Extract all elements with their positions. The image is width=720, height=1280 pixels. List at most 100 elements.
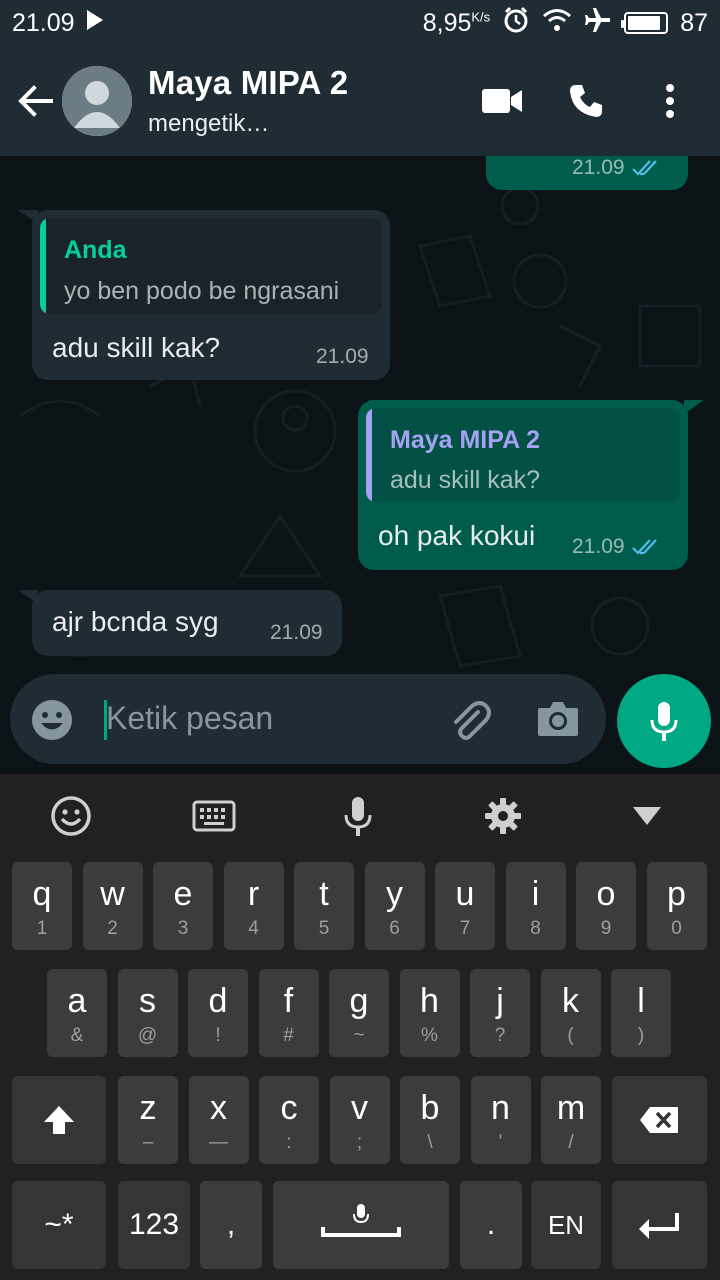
key-m[interactable]: m / xyxy=(541,1076,601,1164)
battery-fill xyxy=(628,16,660,30)
key-g[interactable]: g ~ xyxy=(329,969,389,1057)
key-l[interactable]: l) xyxy=(611,969,671,1057)
key-secondary-label: ; xyxy=(356,1132,363,1153)
key-label: m xyxy=(556,1089,586,1127)
key-q[interactable]: q1 xyxy=(12,862,72,950)
message-incoming[interactable]: Anda yo ben podo be ngrasani adu skill k… xyxy=(32,210,390,380)
key-w[interactable]: w2 xyxy=(82,862,143,950)
space-key[interactable] xyxy=(273,1181,449,1269)
battery-percent: 87 xyxy=(680,8,708,37)
key-secondary-label: — xyxy=(209,1132,228,1153)
key-b[interactable]: b \ xyxy=(400,1076,460,1164)
network-speed: 8,95K/s xyxy=(422,8,491,37)
voice-call-button[interactable] xyxy=(564,79,608,123)
message-text: oh pak kokui xyxy=(378,520,536,551)
key-v[interactable]: v; xyxy=(329,1076,390,1164)
wifi-icon xyxy=(542,8,572,39)
numbers-key[interactable]: 123 xyxy=(118,1181,190,1269)
key-f[interactable]: f # xyxy=(258,969,319,1057)
message-outgoing[interactable]: exit 21.09 xyxy=(486,156,688,190)
quoted-message[interactable]: Maya MIPA 2 adu skill kak? xyxy=(366,408,680,502)
quote-sender: Maya MIPA 2 xyxy=(390,426,541,454)
backspace-key[interactable] xyxy=(612,1076,707,1164)
key-label: p xyxy=(667,875,686,913)
message-incoming[interactable]: ajr bcnda syg 21.09 xyxy=(32,590,342,656)
quote-bar xyxy=(366,408,372,502)
key-label: i xyxy=(531,875,540,913)
keyboard-hide-button[interactable] xyxy=(625,794,669,838)
voice-message-button[interactable] xyxy=(617,674,711,768)
keyboard-voice-button[interactable] xyxy=(336,794,380,838)
key-c[interactable]: c: xyxy=(259,1076,319,1164)
key-label: u xyxy=(455,875,475,913)
emoji-button[interactable] xyxy=(30,698,74,742)
key-i[interactable]: i8 xyxy=(505,862,566,950)
video-call-button[interactable] xyxy=(480,79,524,123)
contact-info[interactable]: Maya MIPA 2 mengetik… xyxy=(148,64,348,138)
back-button[interactable] xyxy=(10,76,60,126)
enter-key[interactable] xyxy=(612,1181,707,1269)
key-label: g xyxy=(349,982,369,1020)
key-label: l xyxy=(637,982,645,1020)
key-label: n xyxy=(491,1089,510,1127)
key-n[interactable]: n ' xyxy=(470,1076,531,1164)
battery-icon xyxy=(621,12,669,34)
period-key[interactable]: . xyxy=(460,1181,522,1269)
avatar[interactable] xyxy=(62,66,132,136)
comma-key[interactable]: , xyxy=(200,1181,262,1269)
key-secondary-label: : xyxy=(286,1132,292,1153)
key-d[interactable]: d! xyxy=(188,969,248,1057)
quote-bar xyxy=(40,218,46,314)
key-s[interactable]: s @ xyxy=(117,969,178,1057)
key-e[interactable]: e3 xyxy=(153,862,213,950)
double-check-read-icon xyxy=(631,539,657,555)
gear-icon xyxy=(485,798,521,834)
key-z[interactable]: z – xyxy=(118,1076,178,1164)
key-y[interactable]: y6 xyxy=(364,862,425,950)
key-u[interactable]: u7 xyxy=(435,862,495,950)
keyboard-emoji-button[interactable] xyxy=(49,794,93,838)
quoted-message[interactable]: Anda yo ben podo be ngrasani xyxy=(40,218,382,314)
key-label: k xyxy=(562,982,579,1020)
shift-key[interactable] xyxy=(12,1076,106,1164)
message-time: 21.09 xyxy=(270,621,323,644)
more-options-button[interactable] xyxy=(648,79,692,123)
message-text: adu skill kak? xyxy=(52,332,221,363)
key-secondary-label: \ xyxy=(427,1132,433,1153)
key-secondary-label: ! xyxy=(215,1025,221,1046)
symbols-key[interactable]: ~* xyxy=(12,1181,106,1269)
soft-keyboard: q1w2e3r4t5y6u7i8o9p0 a & s @ d! f # g ~ h% j? k(l) … xyxy=(0,774,720,1280)
chat-area[interactable]: exit 21.09 Anda yo ben podo be ngrasani … xyxy=(0,156,720,674)
key-p[interactable]: p0 xyxy=(646,862,707,950)
key-label: j xyxy=(496,982,504,1020)
status-bar: 21.09 8,95K/s 87 xyxy=(0,0,720,46)
key-k[interactable]: k( xyxy=(540,969,601,1057)
camera-icon xyxy=(538,702,578,736)
key-j[interactable]: j? xyxy=(470,969,530,1057)
key-label: q xyxy=(32,875,52,913)
key-h[interactable]: h% xyxy=(399,969,460,1057)
key-o[interactable]: o9 xyxy=(576,862,636,950)
key-a[interactable]: a & xyxy=(47,969,107,1057)
arrow-left-icon xyxy=(18,85,53,117)
emoji-icon xyxy=(51,796,91,836)
key-r[interactable]: r4 xyxy=(223,862,284,950)
composer-row: Ketik pesan xyxy=(0,674,720,774)
key-label: v xyxy=(351,1089,368,1127)
keyboard-icon xyxy=(192,800,236,832)
key-secondary-label: 2 xyxy=(107,918,118,939)
attach-button[interactable] xyxy=(448,698,492,742)
message-outgoing[interactable]: Maya MIPA 2 adu skill kak? oh pak kokui … xyxy=(358,400,688,570)
paperclip-icon xyxy=(454,701,491,740)
key-secondary-label: – xyxy=(142,1132,154,1153)
microphone-icon xyxy=(650,702,678,741)
keyboard-layout-button[interactable] xyxy=(192,794,236,838)
key-secondary-label: ? xyxy=(494,1025,506,1046)
camera-button[interactable] xyxy=(536,700,580,740)
message-input-bar[interactable]: Ketik pesan xyxy=(10,674,606,764)
keyboard-settings-button[interactable] xyxy=(481,794,525,838)
quote-text: yo ben podo be ngrasani xyxy=(64,277,340,305)
language-key[interactable]: EN xyxy=(531,1181,601,1269)
key-t[interactable]: t5 xyxy=(294,862,354,950)
key-x[interactable]: x — xyxy=(188,1076,249,1164)
